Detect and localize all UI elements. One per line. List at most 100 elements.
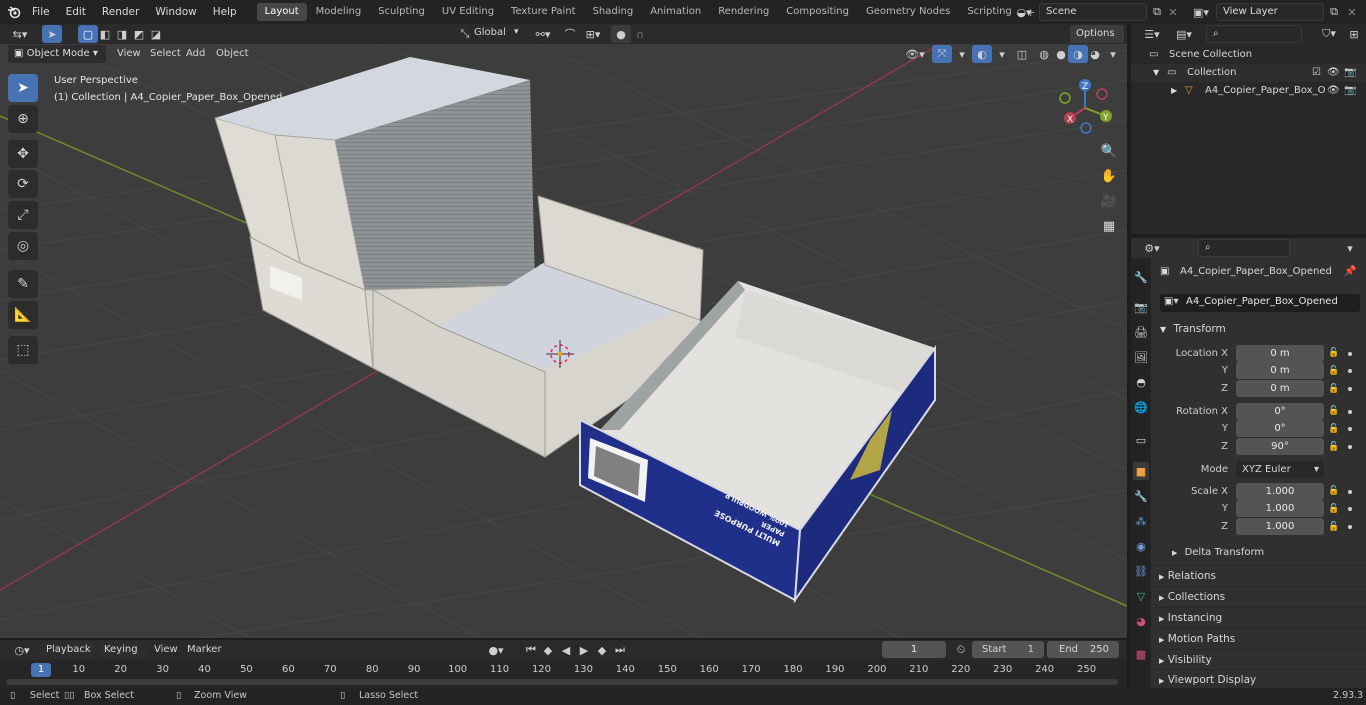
overlays-toggle-icon[interactable]: ◐ <box>972 45 992 63</box>
annotate-tool[interactable]: ✎ <box>8 270 38 298</box>
menu-render[interactable]: Render <box>94 0 147 24</box>
end-frame-field[interactable]: End 250 <box>1047 641 1119 658</box>
panel-motion-paths[interactable]: ▶ Motion Paths <box>1155 628 1366 648</box>
zoom-icon[interactable]: 🔍 <box>1097 140 1121 162</box>
lock-icon[interactable]: 🔓 <box>1328 406 1339 416</box>
exclude-checkbox[interactable]: ☑ <box>1312 64 1321 82</box>
tab-layout[interactable]: Layout <box>256 3 307 21</box>
tab-texture-paint[interactable]: Texture Paint <box>503 3 584 21</box>
snap-icon[interactable]: ⌒ <box>560 25 580 43</box>
keyframe-dot-icon[interactable] <box>1348 427 1352 431</box>
pivot-icon[interactable]: ⚯▾ <box>530 25 556 43</box>
select-box-tool[interactable]: ➤ <box>8 74 38 102</box>
keyframe-dot-icon[interactable] <box>1348 490 1352 494</box>
panel-collections[interactable]: ▶ Collections <box>1155 586 1366 606</box>
options-button[interactable]: Options ▾ <box>1070 25 1124 57</box>
data-tab-icon[interactable]: ▽ <box>1133 587 1149 605</box>
outliner-row-scene-collection[interactable]: ▭ Scene Collection <box>1131 46 1366 64</box>
outliner-row-object[interactable]: ▶ ▽ A4_Copier_Paper_Box_O 👁 📷 <box>1131 82 1366 100</box>
timeline-marker-menu[interactable]: Marker <box>187 644 222 655</box>
scale-y-field[interactable]: 1.000 <box>1236 500 1324 517</box>
record-icon[interactable]: ●▾ <box>480 641 512 659</box>
transform-panel-header[interactable]: ▼ Transform <box>1160 320 1360 338</box>
texture-tab-icon[interactable]: ▩ <box>1133 645 1149 663</box>
proportional-edit-icon[interactable]: ● <box>611 25 631 43</box>
outliner-editor-icon[interactable]: ☰▾ <box>1138 25 1166 43</box>
rotation-y-field[interactable]: 0° <box>1236 420 1324 437</box>
properties-editor-icon[interactable]: ⚙▾ <box>1138 239 1166 257</box>
snap-target-icon[interactable]: ⊞▾ <box>580 25 606 43</box>
scale-x-field[interactable]: 1.000 <box>1236 483 1324 500</box>
panel-relations[interactable]: ▶ Relations <box>1155 565 1366 585</box>
select-tool-icon[interactable]: ➤ <box>42 25 62 43</box>
lock-icon[interactable]: 🔓 <box>1328 522 1339 532</box>
menu-file[interactable]: File <box>24 0 58 24</box>
close-scene-icon[interactable]: ✕ <box>1163 3 1183 21</box>
render-camera-icon[interactable]: 📷 <box>1344 82 1356 100</box>
copy-view-layer-icon[interactable]: ⧉ <box>1324 3 1344 21</box>
keyframe-dot-icon[interactable] <box>1348 410 1352 414</box>
rotation-x-field[interactable]: 0° <box>1236 403 1324 420</box>
scene-field[interactable]: Scene <box>1039 3 1147 21</box>
3d-viewport[interactable]: MULTI PURPOSE PAPER 100% WOODPULP User P… <box>0 44 1127 638</box>
chevron-down-icon[interactable]: ▾ <box>1340 239 1360 257</box>
keyframe-dot-icon[interactable] <box>1348 352 1352 356</box>
filter-icon[interactable]: ⛉▾ <box>1316 25 1342 43</box>
tab-scripting[interactable]: Scripting <box>959 3 1019 21</box>
constraints-tab-icon[interactable]: ⛓ <box>1133 562 1149 580</box>
panel-instancing[interactable]: ▶ Instancing <box>1155 607 1366 627</box>
lock-icon[interactable]: 🔓 <box>1328 504 1339 514</box>
location-x-field[interactable]: 0 m <box>1236 345 1324 362</box>
lock-icon[interactable]: 🔓 <box>1328 366 1339 376</box>
camera-icon[interactable]: 🎥 <box>1097 190 1121 212</box>
pan-hand-icon[interactable]: ✋ <box>1097 165 1121 187</box>
measure-tool[interactable]: 📐 <box>8 301 38 329</box>
editor-type-icon[interactable]: ⇆▾ <box>6 25 34 43</box>
properties-search-input[interactable]: ⌕ <box>1198 239 1290 257</box>
start-frame-field[interactable]: Start 1 <box>972 641 1044 658</box>
object-name-field[interactable]: ▣▾ A4_Copier_Paper_Box_Opened <box>1160 294 1360 312</box>
eye-icon[interactable]: 👁 <box>1327 82 1340 100</box>
material-tab-icon[interactable]: ◕ <box>1133 612 1149 630</box>
grid-perspective-icon[interactable]: ▦ <box>1097 215 1121 237</box>
transform-tool[interactable]: ◎ <box>8 232 38 260</box>
rotation-mode-dropdown[interactable]: XYZ Euler ▾ <box>1236 461 1324 478</box>
clock-icon[interactable]: ⏲ <box>951 641 971 659</box>
play-icon[interactable]: ▶ <box>574 641 594 659</box>
move-tool[interactable]: ✥ <box>8 140 38 168</box>
panel-visibility[interactable]: ▶ Visibility <box>1155 649 1366 669</box>
keyframe-dot-icon[interactable] <box>1348 369 1352 373</box>
keyframe-dot-icon[interactable] <box>1348 525 1352 529</box>
scale-tool[interactable]: ⤢ <box>8 201 38 229</box>
lock-icon[interactable]: 🔓 <box>1328 384 1339 394</box>
tab-shading[interactable]: Shading <box>585 3 642 21</box>
display-mode-icon[interactable]: ▤▾ <box>1170 25 1198 43</box>
keying-menu[interactable]: Keying ▾ <box>98 641 146 673</box>
tab-animation[interactable]: Animation <box>642 3 709 21</box>
scene-selector[interactable]: ◒▾ <box>1012 3 1036 21</box>
rendered-shading-icon[interactable]: ◕ <box>1085 45 1105 63</box>
keyframe-dot-icon[interactable] <box>1348 387 1352 391</box>
new-collection-icon[interactable]: ⊞ <box>1344 25 1364 43</box>
view-layer-icon[interactable]: ▣▾ <box>1188 3 1214 21</box>
jump-end-icon[interactable]: ⏭ <box>610 641 630 659</box>
tool-tab-icon[interactable]: 🔧 <box>1133 268 1149 286</box>
blender-logo-icon[interactable] <box>4 3 24 21</box>
menu-window[interactable]: Window <box>147 0 204 24</box>
render-camera-icon[interactable]: 📷 <box>1344 64 1356 82</box>
delta-transform-header[interactable]: ▶ Delta Transform <box>1172 544 1352 562</box>
gizmo-dropdown-icon[interactable]: ▾ <box>952 45 972 63</box>
menu-help[interactable]: Help <box>205 0 245 24</box>
lock-icon[interactable]: 🔓 <box>1328 424 1339 434</box>
keyframe-dot-icon[interactable] <box>1348 507 1352 511</box>
current-frame-field[interactable]: 1 <box>882 641 946 658</box>
falloff-icon[interactable]: ∩ <box>630 25 650 43</box>
output-tab-icon[interactable]: 🖨 <box>1133 323 1149 341</box>
location-z-field[interactable]: 0 m <box>1236 380 1324 397</box>
select-intersect-icon[interactable]: ◪ <box>146 25 166 43</box>
timeline-editor-icon[interactable]: ◷▾ <box>8 641 36 659</box>
navigation-gizmo[interactable]: Z Y X <box>1055 74 1120 139</box>
tab-uv-editing[interactable]: UV Editing <box>434 3 502 21</box>
lock-icon[interactable]: 🔓 <box>1328 442 1339 452</box>
outliner-row-collection[interactable]: ▼ ▭ Collection ☑ 👁 📷 <box>1131 64 1366 82</box>
